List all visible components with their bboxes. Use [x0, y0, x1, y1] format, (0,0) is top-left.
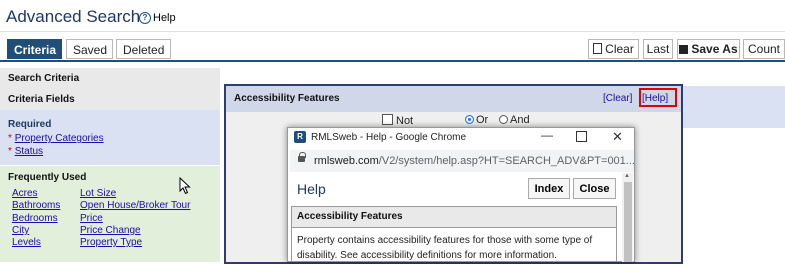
field-link-bathrooms[interactable]: Bathrooms [12, 200, 60, 211]
tab-criteria[interactable]: Criteria [7, 39, 62, 59]
save-as-label: Save As [691, 42, 738, 56]
required-asterisk: * [8, 133, 12, 144]
lock-icon-body [298, 156, 305, 162]
accessibility-clear-link[interactable]: [Clear] [603, 93, 632, 104]
maximize-icon[interactable] [576, 131, 587, 142]
required-item-property-categories[interactable]: * Property Categories [8, 133, 104, 144]
minimize-icon[interactable]: — [541, 128, 553, 142]
header-divider [0, 31, 785, 32]
and-label: And [510, 114, 530, 126]
radio-selected-icon [465, 115, 474, 124]
field-link-levels[interactable]: Levels [12, 237, 41, 248]
document-icon [593, 43, 603, 54]
radio-icon [499, 115, 508, 124]
last-button[interactable]: Last [643, 39, 673, 59]
field-link-property-type[interactable]: Property Type [80, 237, 142, 248]
tab-deleted[interactable]: Deleted [116, 39, 171, 59]
close-window-icon[interactable]: ✕ [612, 129, 623, 145]
url-path: /V2/system/help.asp?HT=SEARCH_ADV&PT=001… [378, 155, 635, 167]
field-link-open-house[interactable]: Open House/Broker Tour [80, 200, 190, 211]
required-asterisk: * [8, 146, 12, 157]
field-link-acres[interactable]: Acres [12, 188, 38, 199]
count-button[interactable]: Count [743, 39, 785, 59]
not-label: Not [396, 115, 414, 127]
tab-saved[interactable]: Saved [66, 39, 113, 59]
help-card-divider [292, 227, 616, 228]
clear-button[interactable]: Clear [588, 39, 639, 59]
page-title: Advanced Search [6, 7, 141, 26]
clear-button-label: Clear [605, 42, 634, 56]
field-link-lot-size[interactable]: Lot Size [80, 188, 116, 199]
required-heading: Required [8, 119, 52, 130]
help-circle-icon: ? [139, 12, 151, 24]
search-criteria-heading: Search Criteria [8, 73, 80, 84]
required-item-label[interactable]: Status [15, 146, 43, 157]
mouse-cursor-icon [179, 177, 191, 195]
field-link-bedrooms[interactable]: Bedrooms [12, 213, 58, 224]
rmls-logo-icon: R [294, 131, 306, 143]
not-checkbox[interactable]: Not [382, 114, 413, 127]
help-link[interactable]: ? Help [139, 12, 176, 24]
save-as-button[interactable]: Save As [677, 39, 740, 59]
right-panel-strip [683, 86, 785, 128]
and-radio[interactable]: And [499, 114, 530, 126]
accessibility-features-title: Accessibility Features [234, 93, 340, 104]
help-link-label: Help [153, 12, 176, 24]
url-text[interactable]: rmlsweb.com/V2/system/help.asp?HT=SEARCH… [314, 155, 635, 167]
help-card-title: Accessibility Features [297, 211, 403, 222]
field-link-price-change[interactable]: Price Change [80, 225, 141, 236]
field-link-price[interactable]: Price [80, 213, 103, 224]
required-item-status[interactable]: * Status [8, 146, 43, 157]
accessibility-help-link[interactable]: [Help] [642, 93, 668, 104]
or-label: Or [476, 114, 489, 126]
index-button[interactable]: Index [528, 178, 570, 199]
close-button[interactable]: Close [573, 178, 616, 199]
tabs-divider [0, 60, 785, 62]
field-link-city[interactable]: City [12, 225, 29, 236]
popup-window-title: RMLSweb - Help - Google Chrome [311, 132, 467, 143]
scrollbar-thumb[interactable] [624, 182, 632, 262]
url-host: rmlsweb.com [314, 155, 379, 167]
save-disk-icon [679, 45, 689, 54]
or-radio[interactable]: Or [465, 114, 488, 126]
checkbox-icon [382, 114, 393, 125]
help-card-text: Property contains accessibility features… [297, 235, 593, 261]
frequently-used-heading: Frequently Used [8, 172, 87, 183]
help-page-heading: Help [297, 181, 326, 197]
scroll-up-arrow-icon[interactable]: ▲ [624, 173, 630, 179]
required-item-label[interactable]: Property Categories [15, 133, 104, 144]
criteria-fields-heading: Criteria Fields [8, 94, 75, 105]
